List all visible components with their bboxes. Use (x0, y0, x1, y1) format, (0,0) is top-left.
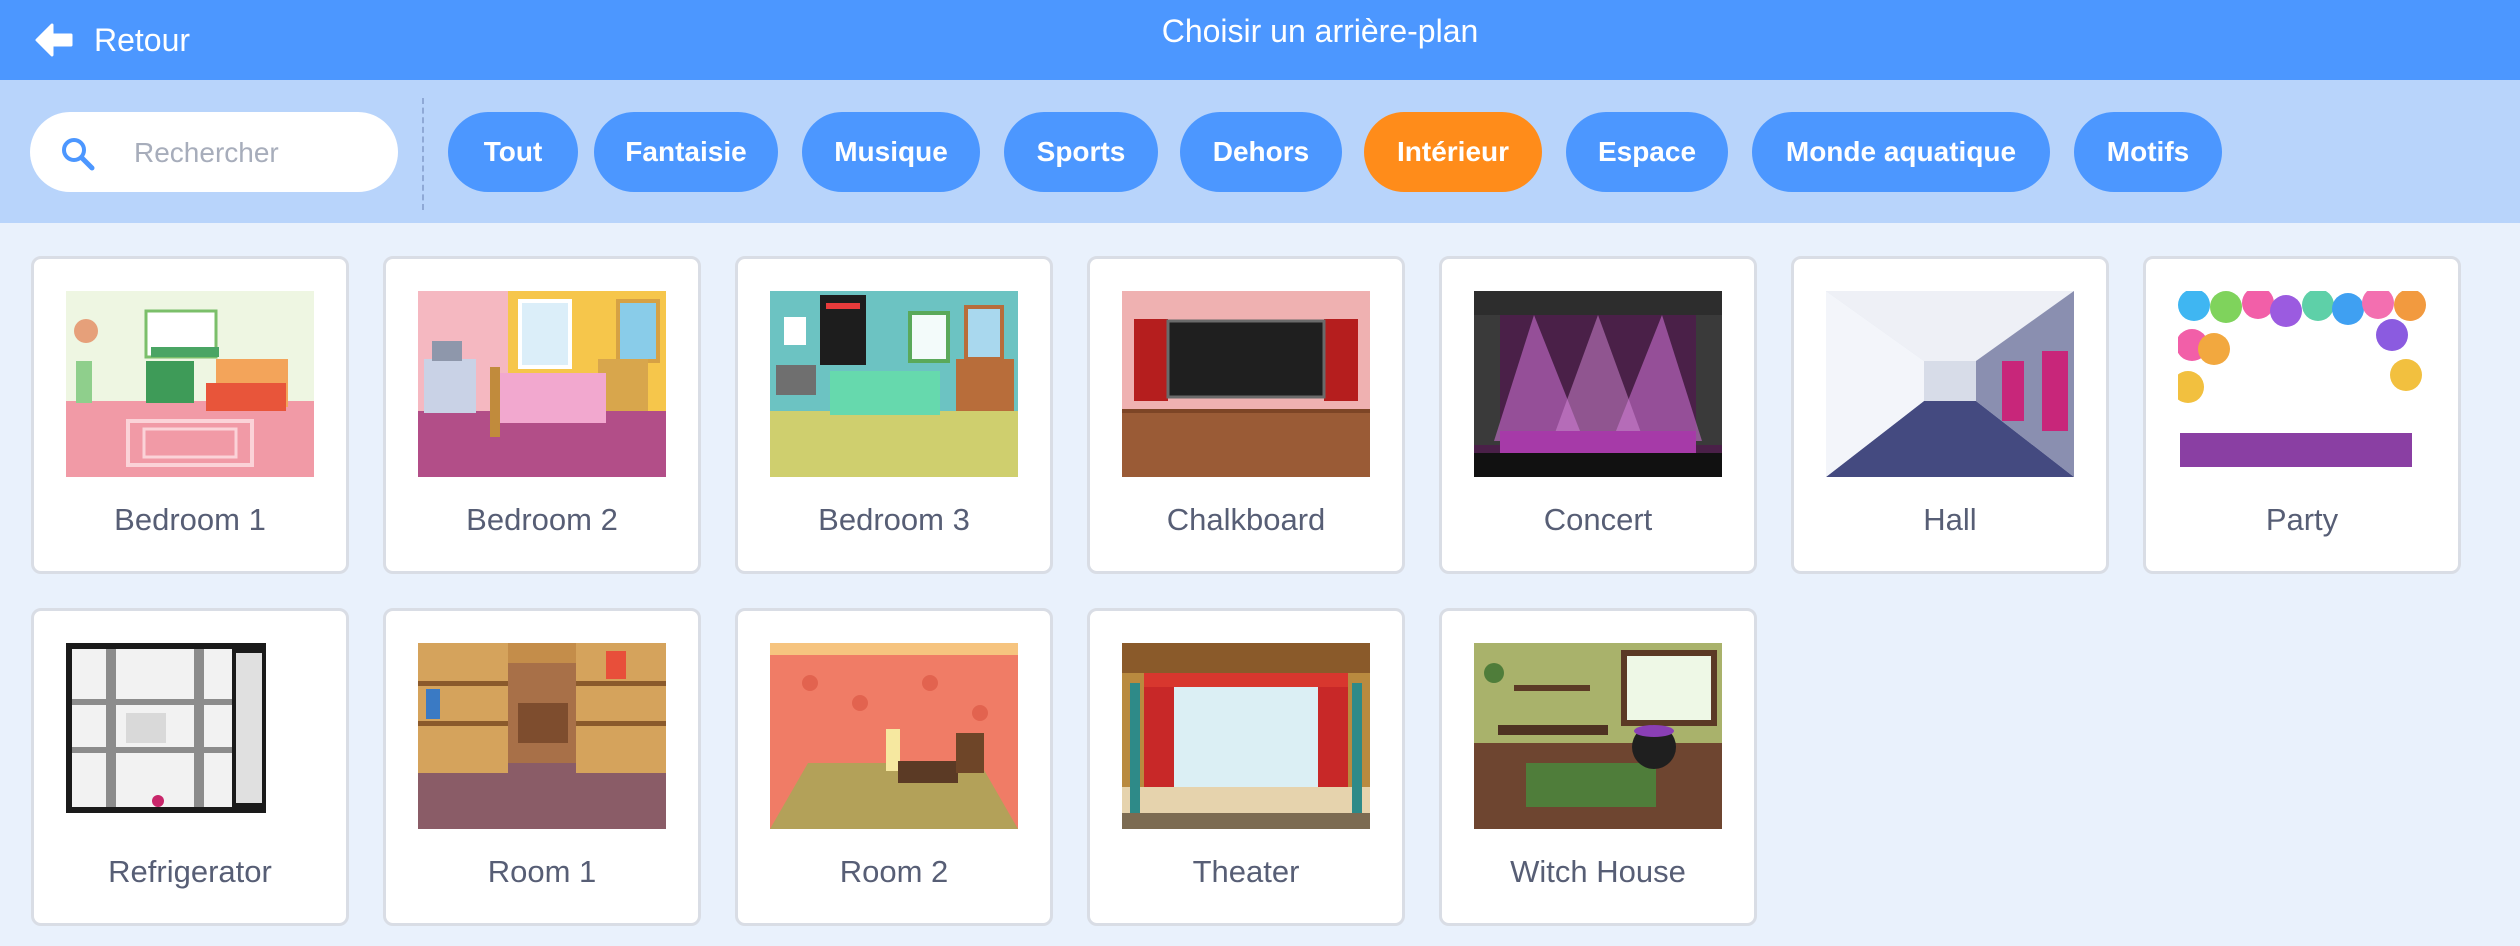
back-label: Retour (94, 21, 191, 58)
backdrop-thumbnail (1122, 291, 1370, 477)
tag-all[interactable]: Tout (448, 112, 578, 192)
backdrop-label: Refrigerator (108, 854, 272, 889)
backdrop-label: Room 2 (839, 854, 949, 889)
backdrop-card-bedroom-1[interactable]: Bedroom 1 (31, 256, 349, 574)
search-icon (62, 138, 95, 171)
backdrop-card-theater[interactable]: Theater (1087, 608, 1405, 926)
backdrop-card-bedroom-2[interactable]: Bedroom 2 (383, 256, 701, 574)
backdrop-thumbnail (1826, 291, 2074, 477)
backdrop-card-refrigerator[interactable]: Refrigerator (31, 608, 349, 926)
tag-underwater[interactable]: Monde aquatique (1752, 112, 2050, 192)
tag-fantasy[interactable]: Fantaisie (594, 112, 778, 192)
backdrop-label: Bedroom 1 (114, 502, 266, 537)
backdrop-card-concert[interactable]: Concert (1439, 256, 1757, 574)
backdrop-label: Bedroom 3 (818, 502, 970, 537)
tag-music[interactable]: Musique (802, 112, 980, 192)
backdrop-label: Bedroom 2 (466, 502, 618, 537)
backdrop-thumbnail (66, 291, 314, 477)
backdrop-label: Party (2265, 502, 2339, 537)
tag-sports[interactable]: Sports (1004, 112, 1158, 192)
backdrop-card-witch-house[interactable]: Witch House (1439, 608, 1757, 926)
tag-outdoors[interactable]: Dehors (1180, 112, 1342, 192)
backdrop-label: Concert (1543, 502, 1653, 537)
backdrop-card-room-1[interactable]: Room 1 (383, 608, 701, 926)
backdrop-label: Witch House (1510, 854, 1686, 889)
backdrop-card-party[interactable]: Party (2143, 256, 2461, 574)
tag-indoors[interactable]: Intérieur (1364, 112, 1542, 192)
backdrop-label: Hall (1923, 502, 1977, 537)
backdrop-label: Chalkboard (1166, 502, 1326, 537)
header-bar: Retour Choisir un arrière-plan (0, 0, 2520, 80)
arrow-left-icon (35, 23, 73, 57)
back-button[interactable]: Retour (34, 12, 190, 68)
backdrop-thumbnail (2178, 291, 2426, 477)
search-box (30, 112, 398, 192)
backdrop-label: Theater (1192, 854, 1300, 889)
backdrop-thumbnail (1474, 643, 1722, 829)
filter-divider (422, 98, 424, 210)
backdrop-thumbnail (418, 643, 666, 829)
backdrop-card-chalkboard[interactable]: Chalkboard (1087, 256, 1405, 574)
page-title: Choisir un arrière-plan (1161, 13, 1479, 49)
backdrop-thumbnail (770, 643, 1018, 829)
backdrop-thumbnail (1474, 291, 1722, 477)
tag-patterns[interactable]: Motifs (2074, 112, 2222, 192)
filter-bar: Tout Fantaisie Musique Sports Dehors Int… (0, 80, 2520, 223)
backdrop-card-room-2[interactable]: Room 2 (735, 608, 1053, 926)
backdrop-label: Room 1 (487, 854, 597, 889)
search-input[interactable] (132, 130, 376, 176)
backdrop-card-bedroom-3[interactable]: Bedroom 3 (735, 256, 1053, 574)
backdrop-thumbnail (66, 643, 314, 829)
backdrop-card-hall[interactable]: Hall (1791, 256, 2109, 574)
backdrop-thumbnail (418, 291, 666, 477)
backdrop-thumbnail (1122, 643, 1370, 829)
backdrop-thumbnail (770, 291, 1018, 477)
tag-space[interactable]: Espace (1566, 112, 1728, 192)
